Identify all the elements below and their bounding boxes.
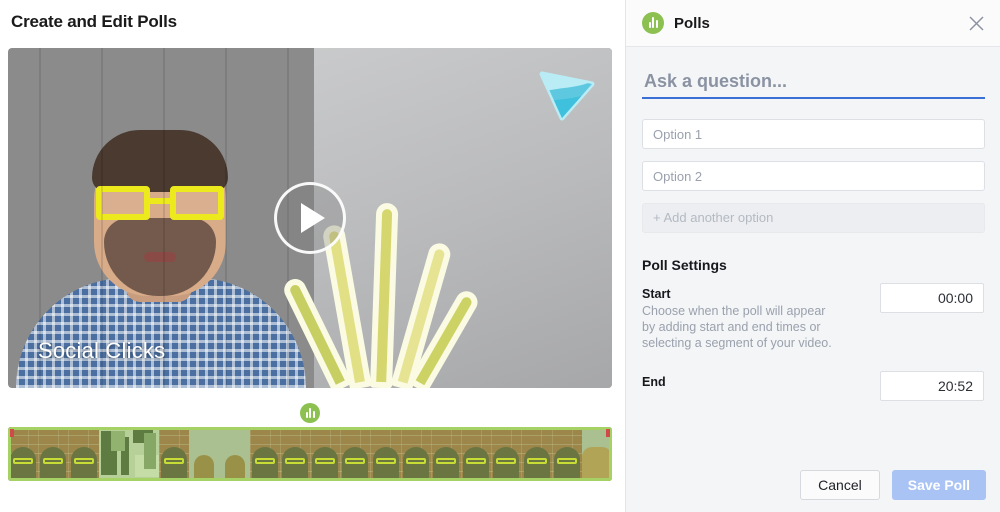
- polls-editor-app: Create and Edit Polls Social Clicks Poll…: [0, 0, 1000, 512]
- filmstrip: [8, 427, 612, 481]
- close-icon[interactable]: [964, 11, 988, 35]
- end-setting-row: End: [642, 371, 984, 401]
- option-2-input[interactable]: [642, 161, 985, 191]
- poll-bars-icon: [305, 408, 315, 418]
- person-left-neck: [126, 256, 192, 302]
- person-left-beard: [104, 218, 216, 296]
- polls-panel-footer: Cancel Save Poll: [626, 458, 1000, 512]
- person-left-head: [94, 138, 226, 296]
- timeline-handle-right[interactable]: [606, 429, 610, 437]
- poll-bars-icon: [642, 12, 664, 34]
- option-1-input[interactable]: [642, 119, 985, 149]
- timeline-poll-marker[interactable]: [300, 403, 320, 423]
- start-time-input[interactable]: [880, 283, 984, 313]
- editor-pane: Create and Edit Polls Social Clicks: [0, 0, 625, 512]
- play-triangle-logo-icon: [536, 60, 598, 122]
- video-player[interactable]: Social Clicks: [8, 48, 612, 388]
- end-time-input[interactable]: [880, 371, 984, 401]
- add-another-option-button[interactable]: + Add another option: [642, 203, 985, 233]
- start-description: Choose when the poll will appear by addi…: [642, 304, 832, 350]
- cancel-button[interactable]: Cancel: [800, 470, 880, 500]
- person-left-shirt: [16, 278, 306, 388]
- page-title: Create and Edit Polls: [11, 12, 177, 31]
- video-left-half: [8, 48, 314, 388]
- timeline-handle-left[interactable]: [10, 429, 14, 437]
- play-button[interactable]: [274, 182, 346, 254]
- person-left-mouth: [144, 252, 176, 262]
- video-timeline[interactable]: [8, 427, 612, 481]
- polls-panel-header: Polls: [626, 0, 1000, 47]
- question-input[interactable]: [642, 69, 985, 99]
- polls-panel-body: + Add another option Poll Settings Start…: [626, 47, 1000, 458]
- person-left-yellow-glasses: [96, 186, 224, 220]
- panel-title: Polls: [674, 14, 710, 32]
- start-setting-row: Start Choose when the poll will appear b…: [642, 283, 984, 351]
- save-poll-button[interactable]: Save Poll: [891, 470, 986, 500]
- play-icon: [301, 203, 325, 233]
- person-left-hair: [92, 130, 228, 192]
- video-caption: Social Clicks: [38, 338, 166, 363]
- poll-settings-heading: Poll Settings: [642, 257, 727, 273]
- polls-panel: Polls + Add another option Poll Settings…: [625, 0, 1000, 512]
